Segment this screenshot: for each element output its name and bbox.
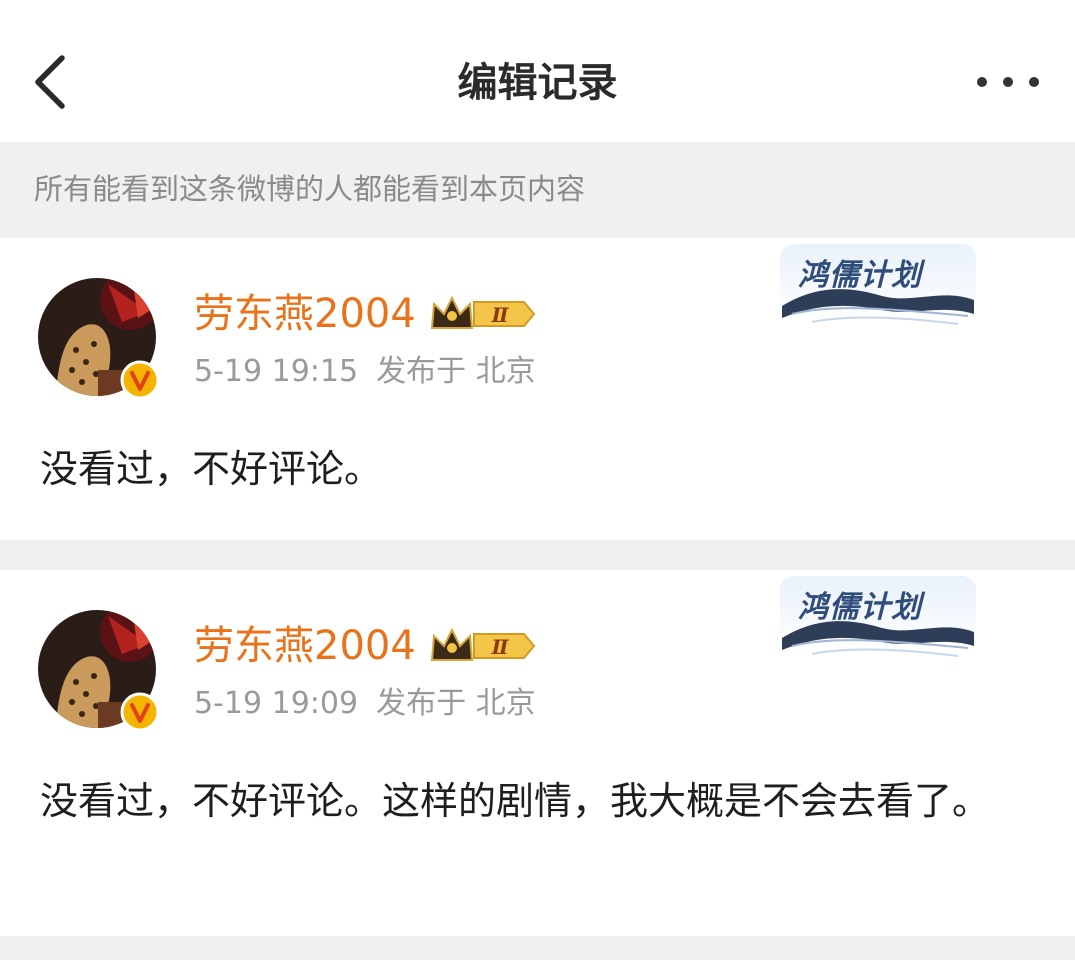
- crown-level: Ⅱ: [491, 303, 510, 327]
- post-location: 发布于 北京: [376, 686, 536, 721]
- post-content: 没看过，不好评论。这样的剧情，我大概是不会去看了。: [40, 779, 991, 823]
- top-nav-bar: 编辑记录: [0, 0, 1075, 142]
- page-title: 编辑记录: [457, 60, 618, 106]
- post-location: 发布于 北京: [376, 354, 536, 389]
- post-time: 5-19 19:09: [194, 686, 359, 721]
- more-button[interactable]: [970, 62, 1046, 102]
- username[interactable]: 劳东燕2004: [194, 288, 416, 340]
- post-time: 5-19 19:15: [194, 354, 359, 389]
- crown-vip-icon: Ⅱ: [430, 627, 536, 661]
- chevron-left-icon: [35, 55, 65, 109]
- username[interactable]: 劳东燕2004: [194, 620, 416, 672]
- back-button[interactable]: [26, 50, 78, 114]
- divider: [0, 540, 1075, 570]
- verified-badge-icon: [120, 692, 160, 732]
- hongru-plan-badge[interactable]: 鸿儒计划: [772, 576, 982, 662]
- divider: [0, 936, 1075, 960]
- edit-record-item: 鸿儒计划 劳东燕2004 Ⅱ 5-19 19:09 发布于 北京 没看过，不好评…: [0, 570, 1075, 936]
- crown-vip-icon: Ⅱ: [430, 295, 536, 329]
- edit-record-item: 鸿儒计划 劳东燕2004 Ⅱ 5-19 19:15 发布于 北京 没看过，不好评…: [0, 238, 1075, 540]
- post-meta: 5-19 19:09 发布于 北京: [194, 684, 536, 724]
- more-dots-icon: [977, 77, 1039, 87]
- verified-badge-icon: [120, 360, 160, 400]
- crown-level: Ⅱ: [491, 635, 510, 659]
- badge-label: 鸿儒计划: [798, 258, 922, 293]
- notice-text: 所有能看到这条微博的人都能看到本页内容: [34, 172, 586, 206]
- visibility-notice: 所有能看到这条微博的人都能看到本页内容: [0, 142, 1075, 238]
- post-meta: 5-19 19:15 发布于 北京: [194, 352, 536, 392]
- post-content: 没看过，不好评论。: [40, 447, 383, 491]
- badge-label: 鸿儒计划: [798, 590, 922, 625]
- hongru-plan-badge[interactable]: 鸿儒计划: [772, 244, 982, 330]
